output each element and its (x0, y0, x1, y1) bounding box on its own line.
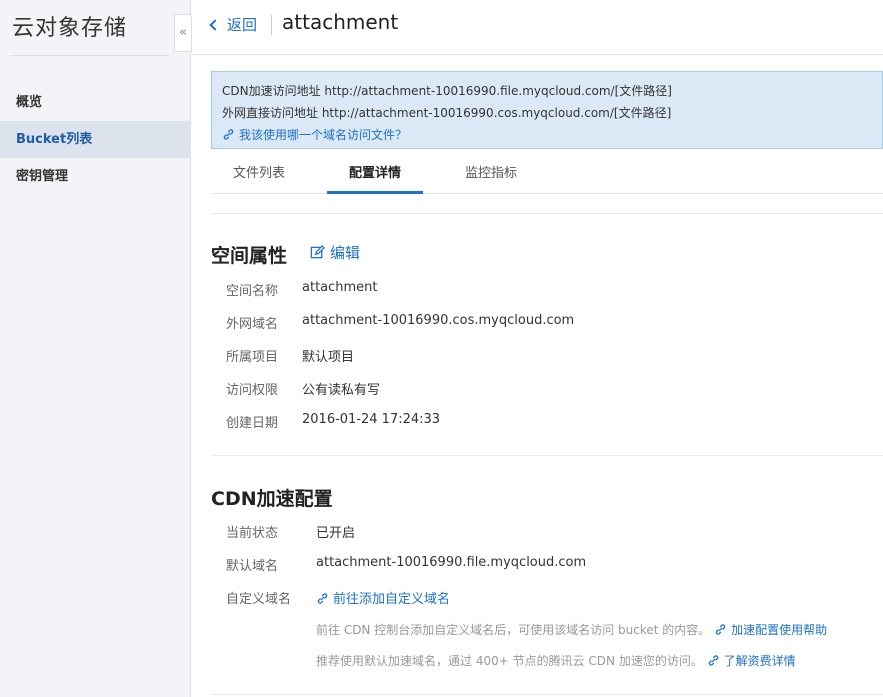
domain-help-label: 我该使用哪一个域名访问文件？ (239, 128, 408, 142)
cdn-domain-value: attachment-10016990.file.myqcloud.com (316, 555, 587, 570)
cdn-status-label: 当前状态 (226, 526, 279, 541)
edit-label: 编辑 (330, 244, 361, 262)
sidebar: 云对象存储 概览 Bucket列表 密钥管理 (0, 0, 191, 697)
pricing-details-label: 了解资费详情 (723, 654, 796, 668)
app-title: 云对象存储 (12, 16, 128, 41)
property-value: 2016-01-24 17:24:33 (302, 412, 441, 427)
property-label: 创建日期 (226, 416, 279, 431)
page-header: 返回 attachment (191, 0, 883, 55)
domain-help-link[interactable]: 我该使用哪一个域名访问文件？ (222, 124, 872, 146)
cdn-address-line: CDN加速访问地址 http://attachment-10016990.fil… (222, 84, 672, 98)
property-label: 空间名称 (226, 284, 279, 299)
cdn-help-link[interactable]: 加速配置使用帮助 (714, 623, 827, 637)
space-properties-title: 空间属性 (211, 245, 288, 267)
sidebar-divider (10, 55, 169, 56)
property-label: 外网域名 (226, 317, 279, 332)
property-label: 访问权限 (226, 383, 279, 398)
cdn-hint-1-text: 前往 CDN 控制台添加自定义域名后，可使用该域名访问 bucket 的内容。 (316, 623, 711, 637)
link-icon (715, 624, 726, 635)
pricing-details-link[interactable]: 了解资费详情 (707, 654, 796, 668)
address-notice: CDN加速访问地址 http://attachment-10016990.fil… (211, 71, 883, 149)
property-value: attachment (302, 280, 378, 295)
page-title: attachment (282, 10, 399, 34)
edit-button[interactable]: 编辑 (310, 242, 360, 263)
link-icon (223, 129, 234, 140)
edit-icon (310, 245, 325, 259)
sidebar-item-key-management[interactable]: 密钥管理 (0, 158, 190, 195)
link-icon (317, 593, 328, 604)
cdn-hint-2: 推荐使用默认加速域名，通过 400+ 节点的腾讯云 CDN 加速您的访问。 了解… (316, 652, 796, 669)
collapse-sidebar-icon[interactable]: « (174, 14, 192, 52)
back-label: 返回 (227, 16, 258, 34)
tab-bar: 文件列表 配置详情 监控指标 (211, 157, 883, 194)
cdn-custom-label: 自定义域名 (226, 592, 292, 607)
link-icon (708, 655, 718, 666)
property-value: 默认项目 (302, 350, 355, 365)
section-divider (211, 213, 883, 214)
direct-address-line: 外网直接访问地址 http://attachment-10016990.cos.… (222, 106, 672, 120)
property-value: 公有读私有写 (302, 383, 381, 398)
header-divider (271, 15, 272, 35)
back-button[interactable]: 返回 (209, 14, 258, 36)
section-divider (211, 455, 883, 456)
tab-file-list[interactable]: 文件列表 (211, 157, 307, 194)
add-custom-domain-link[interactable]: 前往添加自定义域名 (316, 588, 450, 607)
cdn-hint-1: 前往 CDN 控制台添加自定义域名后，可使用该域名访问 bucket 的内容。 … (316, 621, 827, 638)
cdn-help-label: 加速配置使用帮助 (731, 623, 828, 637)
sidebar-item-bucket-list[interactable]: Bucket列表 (0, 121, 190, 158)
sidebar-nav: 概览 Bucket列表 密钥管理 (0, 84, 190, 195)
section-divider (211, 694, 883, 695)
chevron-left-icon (209, 19, 221, 31)
cdn-status-value: 已开启 (316, 526, 356, 541)
cdn-hint-2-text: 推荐使用默认加速域名，通过 400+ 节点的腾讯云 CDN 加速您的访问。 (316, 654, 703, 668)
cdn-domain-label: 默认域名 (226, 559, 279, 574)
tab-config-details[interactable]: 配置详情 (327, 157, 423, 194)
add-custom-domain-label: 前往添加自定义域名 (333, 592, 451, 607)
property-value: attachment-10016990.cos.myqcloud.com (302, 313, 575, 328)
property-label: 所属项目 (226, 350, 279, 365)
cdn-config-title: CDN加速配置 (211, 488, 333, 510)
tab-monitoring[interactable]: 监控指标 (443, 157, 539, 194)
sidebar-item-overview[interactable]: 概览 (0, 84, 190, 121)
main-content: 返回 attachment CDN加速访问地址 http://attachmen… (191, 0, 883, 697)
